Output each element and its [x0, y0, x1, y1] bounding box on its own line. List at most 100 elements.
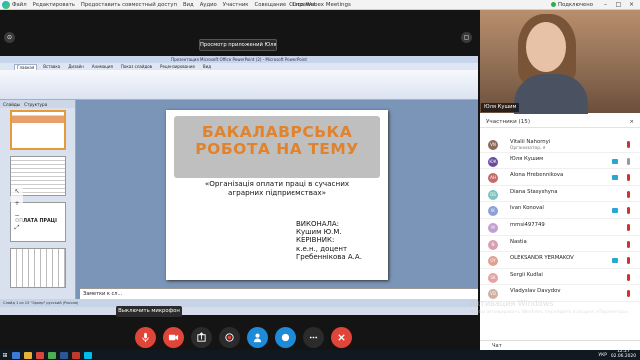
close-icon: [337, 334, 345, 341]
ppt-title-bar: Презентация Microsoft Office PowerPoint …: [0, 56, 478, 63]
maximize-button[interactable]: □: [614, 1, 623, 8]
language-indicator[interactable]: УКР: [598, 353, 606, 358]
zoom-out-icon[interactable]: −: [11, 210, 23, 222]
camera-on-icon: [612, 158, 618, 164]
active-speaker-video[interactable]: Юля Кушим: [480, 10, 640, 114]
windows-taskbar: ⊞ УКР 12:27 02.06.2020: [0, 350, 640, 360]
ppt-ribbon[interactable]: [0, 70, 478, 100]
menu-help[interactable]: Справка: [292, 2, 315, 8]
zoom-in-icon[interactable]: +: [11, 198, 23, 210]
stage-menu-icon[interactable]: ⊙: [4, 32, 15, 43]
tab-slides[interactable]: Слайды: [3, 102, 20, 107]
muted-mic-icon: [627, 223, 630, 231]
sharing-banner[interactable]: Просмотр приложений Юля...: [199, 39, 277, 51]
participant-name: Юля Кушим: [510, 155, 544, 162]
participant-row[interactable]: IK Ivan Konoval: [480, 202, 640, 219]
participants-button[interactable]: [246, 327, 268, 348]
file-explorer-icon[interactable]: [24, 351, 32, 359]
thumbnail-pane-tabs: Слайды Структура: [0, 100, 75, 108]
muted-mic-icon: [627, 141, 630, 148]
participant-row[interactable]: DS Diana Stasyshyna: [480, 186, 640, 203]
more-options-button[interactable]: [302, 327, 324, 348]
avatar: OY: [488, 256, 498, 267]
ppt-tab-home[interactable]: Главная: [14, 63, 38, 70]
ppt-tab-review[interactable]: Рецензирование: [158, 64, 197, 69]
mute-button[interactable]: [134, 327, 156, 348]
connection-label: Подключено: [557, 1, 593, 8]
menu-view[interactable]: Вид: [183, 2, 194, 8]
chrome-icon[interactable]: [48, 351, 56, 359]
muted-mic-icon: [627, 207, 630, 215]
participant-row[interactable]: SK Sergii Kudlai: [480, 269, 640, 286]
webex-window: Файл Редактировать Предоставить совместн…: [0, 0, 640, 360]
participant-name: Vladyslav Davydov: [510, 288, 561, 295]
ppt-status-bar: Слайд 1 из 15 "Эркер" русский (Россия): [0, 299, 478, 307]
slide-subtitle: «Організація оплати праці в сучасних агр…: [204, 179, 350, 197]
leave-meeting-button[interactable]: [330, 327, 352, 348]
ppt-tab-design[interactable]: Дизайн: [66, 64, 86, 69]
person-icon: [253, 333, 261, 343]
ellipsis-icon: [309, 336, 317, 339]
participant-name: Vitalii Nahornyi: [510, 139, 551, 145]
participant-list: VN Vitalii Nahornyi Организатор, я ЮК Юля К…: [480, 136, 640, 302]
ppt-tab-slideshow[interactable]: Показ слайдов: [119, 64, 154, 69]
participant-row[interactable]: VN Vitalii Nahornyi Организатор, я: [480, 136, 640, 153]
minimize-button[interactable]: –: [601, 1, 610, 8]
record-button[interactable]: [218, 327, 240, 348]
powerpoint-icon[interactable]: [72, 351, 80, 359]
menu-participant[interactable]: Участник: [223, 2, 249, 8]
slide-author-block: ВИКОНАЛА: Кушим Ю.М. КЕРІВНИК: к.е.н., д…: [296, 220, 362, 261]
participant-name: Nastia: [510, 238, 527, 245]
webex-taskbar-icon[interactable]: [84, 351, 92, 359]
muted-mic-icon: [627, 290, 630, 298]
fit-icon[interactable]: ⤢: [11, 222, 23, 234]
view-tools-strip: ↖ + − ⤢: [11, 186, 23, 240]
ppt-ribbon-tabs: Главная Вставка Дизайн Анимация Показ сл…: [0, 63, 478, 70]
video-speaker-name: Юля Кушим: [484, 104, 517, 110]
camera-on-icon: [612, 208, 618, 214]
ppt-tab-animation[interactable]: Анимация: [90, 64, 115, 69]
menu-file[interactable]: Файл: [12, 2, 27, 8]
ppt-workspace: Слайды Структура ОПЛАТА ПРАЦІ БАКАЛАВРСЬ…: [0, 100, 478, 307]
pointer-icon[interactable]: ↖: [11, 186, 23, 198]
search-icon[interactable]: [12, 351, 20, 359]
ppt-tab-view[interactable]: Вид: [201, 64, 213, 69]
participant-row[interactable]: Mmmsi497749: [480, 219, 640, 236]
clock[interactable]: 12:27 02.06.2020: [611, 350, 636, 359]
slide-notes[interactable]: Заметки к сл...: [80, 288, 478, 299]
participant-row[interactable]: ЮК Юля Кушим: [480, 153, 640, 170]
avatar: DS: [488, 189, 498, 200]
current-slide[interactable]: БАКАЛАВРСЬКА РОБОТА НА ТЕМУ «Організація…: [166, 110, 388, 280]
ppt-tab-insert[interactable]: Вставка: [41, 64, 62, 69]
participant-row[interactable]: OY OLEKSANDR YERMAKOV: [480, 252, 640, 269]
slide-canvas: БАКАЛАВРСЬКА РОБОТА НА ТЕМУ «Організація…: [80, 103, 390, 286]
close-window-button[interactable]: ×: [627, 1, 636, 8]
video-button[interactable]: [162, 327, 184, 348]
fullscreen-toggle-icon[interactable]: ▢: [461, 32, 472, 43]
camera-icon: [168, 334, 178, 341]
connected-dot-icon: [550, 2, 556, 7]
muted-mic-icon: [627, 273, 630, 281]
participants-header: Участники (15) ×: [480, 116, 640, 128]
opera-icon[interactable]: [36, 351, 44, 359]
menu-share[interactable]: Предоставить совместный доступ: [81, 2, 177, 8]
word-icon[interactable]: [60, 351, 68, 359]
share-button[interactable]: [190, 327, 212, 348]
chat-toggle[interactable]: Чат: [480, 340, 640, 350]
record-icon: [224, 333, 234, 342]
close-panel-icon[interactable]: ×: [629, 116, 634, 128]
video-name-label: Юля Кушим: [481, 103, 520, 112]
participant-row[interactable]: AH Alona Hrebennikova: [480, 169, 640, 186]
chat-label: Чат: [492, 343, 502, 349]
tab-outline[interactable]: Структура: [24, 102, 47, 107]
participant-row[interactable]: N Nastia: [480, 236, 640, 253]
start-icon[interactable]: ⊞: [0, 350, 10, 360]
slide-thumbnail-4[interactable]: [10, 248, 66, 288]
avatar: M: [488, 222, 498, 233]
menu-audio[interactable]: Аудио: [200, 2, 217, 8]
chat-button[interactable]: [274, 327, 296, 348]
menu-meeting[interactable]: Совещание: [255, 2, 287, 8]
menu-edit[interactable]: Редактировать: [33, 2, 75, 8]
webex-logo-icon: [2, 1, 10, 9]
slide-thumbnail-1[interactable]: [10, 110, 66, 150]
